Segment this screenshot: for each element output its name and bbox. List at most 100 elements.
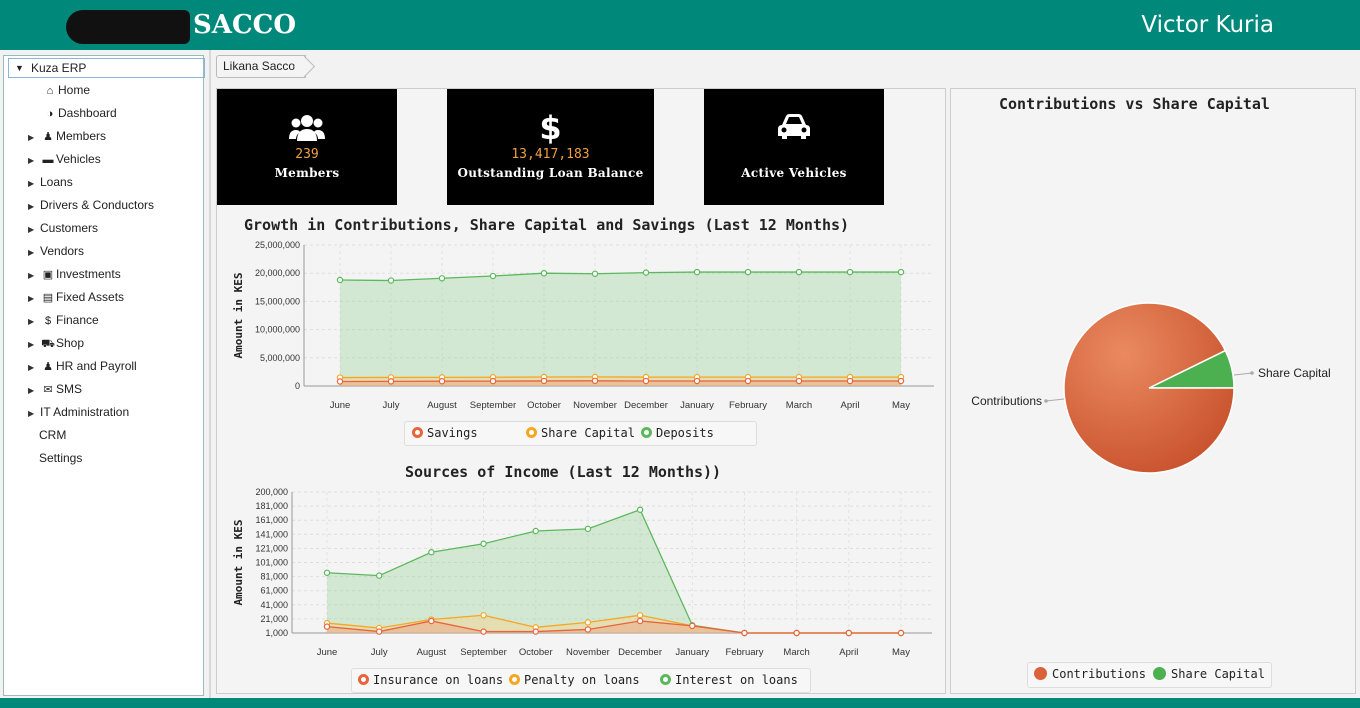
data-point[interactable] [323,569,331,576]
expand-arrow-icon[interactable]: ▶ [28,358,40,378]
sidebar-item-drivers-conductors[interactable]: ▶ Drivers & Conductors [28,195,154,215]
data-point[interactable] [897,268,905,276]
data-point[interactable] [584,619,592,626]
expand-arrow-icon[interactable]: ▶ [28,335,40,355]
data-point[interactable] [795,377,803,385]
data-point[interactable] [375,572,383,579]
data-point[interactable] [375,628,383,635]
data-point[interactable] [846,377,854,385]
loan-balance-tile[interactable]: $ 13,417,183 Outstanding Loan Balance [447,89,654,205]
data-point[interactable] [741,629,748,637]
data-point[interactable] [489,377,497,385]
sidebar-item-sms[interactable]: ▶ ✉ SMS [28,379,82,399]
pie-label-leader [1233,372,1253,376]
sidebar-item-vendors[interactable]: ▶ Vendors [28,241,84,261]
data-point[interactable] [744,377,752,385]
data-point[interactable] [591,270,599,277]
data-point[interactable] [532,527,539,535]
active-vehicles-tile[interactable]: Active Vehicles [704,89,884,205]
data-point[interactable] [480,540,487,547]
sidebar-item-shop[interactable]: ▶ ⛟Shop [28,333,84,353]
data-point[interactable] [591,377,599,385]
legend-interest-label: Interest on loans [675,673,798,687]
legend-item-savings[interactable]: Savings [412,426,478,440]
legend-item-deposits[interactable]: Deposits [641,426,714,440]
data-point[interactable] [532,628,539,635]
data-point[interactable] [336,378,344,385]
expand-arrow-icon[interactable]: ▶ [28,381,40,401]
expand-arrow-icon[interactable]: ▶ [28,404,40,424]
expand-arrow-icon[interactable]: ▶ [28,151,40,171]
legend-item-share-capital-pie[interactable]: Share Capital [1153,667,1265,681]
expand-arrow-icon[interactable]: ▶ [28,197,40,217]
legend-item-penalty[interactable]: Penalty on loans [509,673,640,687]
breadcrumb[interactable]: Likana Sacco [216,55,307,78]
data-point[interactable] [438,275,446,282]
data-point[interactable] [793,629,800,637]
sidebar-item-dashboard[interactable]: ◑ Dashboard [42,103,117,123]
data-point[interactable] [693,377,701,385]
sidebar-item-members[interactable]: ▶ ♟ Members [28,126,106,146]
data-point[interactable] [693,268,701,276]
sidebar-item-loans[interactable]: ▶ Loans [28,172,73,192]
data-point[interactable] [480,628,487,635]
legend-item-insurance[interactable]: Insurance on loans [358,673,503,687]
expand-arrow-icon[interactable]: ▶ [28,266,40,286]
expand-arrow-icon[interactable]: ▶ [28,243,40,263]
data-point[interactable] [540,377,548,385]
expand-arrow-icon[interactable]: ▶ [28,128,40,148]
expand-arrow-icon[interactable]: ▶ [28,289,40,309]
sidebar-item-hr-and-payroll[interactable]: ▶ ♟ HR and Payroll [28,356,137,376]
legend-item-interest[interactable]: Interest on loans [660,673,798,687]
tree-root-kuza-erp[interactable]: ▼ Kuza ERP [8,58,205,78]
income-chart-legend: Insurance on loans Penalty on loans Inte… [351,668,811,693]
data-point[interactable] [387,378,395,385]
user-name[interactable]: Victor Kuria [1141,12,1274,38]
sidebar-item-label: Home [58,83,91,97]
sidebar-item-it-administration[interactable]: ▶ IT Administration [28,402,129,422]
sidebar-item-investments[interactable]: ▶ ▣ Investments [28,264,121,284]
data-point[interactable] [480,612,487,619]
data-point[interactable] [584,626,592,633]
data-point[interactable] [428,617,435,625]
data-point[interactable] [584,525,592,533]
data-point[interactable] [336,276,344,284]
data-point[interactable] [689,622,696,630]
expand-arrow-icon[interactable]: ▶ [28,220,40,240]
sidebar-item-label: Drivers & Conductors [40,198,155,212]
data-point[interactable] [744,268,752,276]
expand-arrow-icon[interactable]: ▶ [28,312,40,332]
sidebar-item-crm[interactable]: CRM [39,425,66,445]
data-point[interactable] [489,272,497,280]
pie-slice-contributions[interactable] [1063,302,1235,474]
sidebar-item-settings[interactable]: Settings [39,448,82,468]
data-point[interactable] [897,377,905,385]
data-point[interactable] [642,269,650,276]
data-point[interactable] [387,277,395,284]
sidebar-item-finance[interactable]: ▶ $ Finance [28,310,99,330]
data-point[interactable] [323,623,331,630]
data-point[interactable] [540,270,548,277]
sidebar-item-vehicles[interactable]: ▶ ▬ Vehicles [28,149,101,169]
sidebar-item-home[interactable]: ⌂ Home [42,80,90,100]
data-point[interactable] [428,549,435,556]
data-point[interactable] [636,617,644,625]
data-point[interactable] [795,268,803,276]
car-icon: ▬ [42,154,54,166]
legend-item-contributions[interactable]: Contributions [1034,667,1146,681]
data-point[interactable] [897,629,905,637]
dollar-icon: $ [44,315,52,327]
data-point[interactable] [636,506,644,513]
sidebar-item-customers[interactable]: ▶ Customers [28,218,98,238]
splitter[interactable] [209,50,211,698]
expanded-arrow-icon[interactable]: ▼ [15,59,24,77]
data-point[interactable] [846,268,854,276]
legend-item-share-capital[interactable]: Share Capital [526,426,635,440]
sidebar-item-fixed-assets[interactable]: ▶ ▤ Fixed Assets [28,287,124,307]
data-point[interactable] [642,377,650,385]
expand-arrow-icon[interactable]: ▶ [28,174,40,194]
data-point[interactable] [845,629,853,637]
members-tile[interactable]: 239 Members [217,89,397,205]
data-point[interactable] [636,612,644,619]
data-point[interactable] [438,378,446,385]
